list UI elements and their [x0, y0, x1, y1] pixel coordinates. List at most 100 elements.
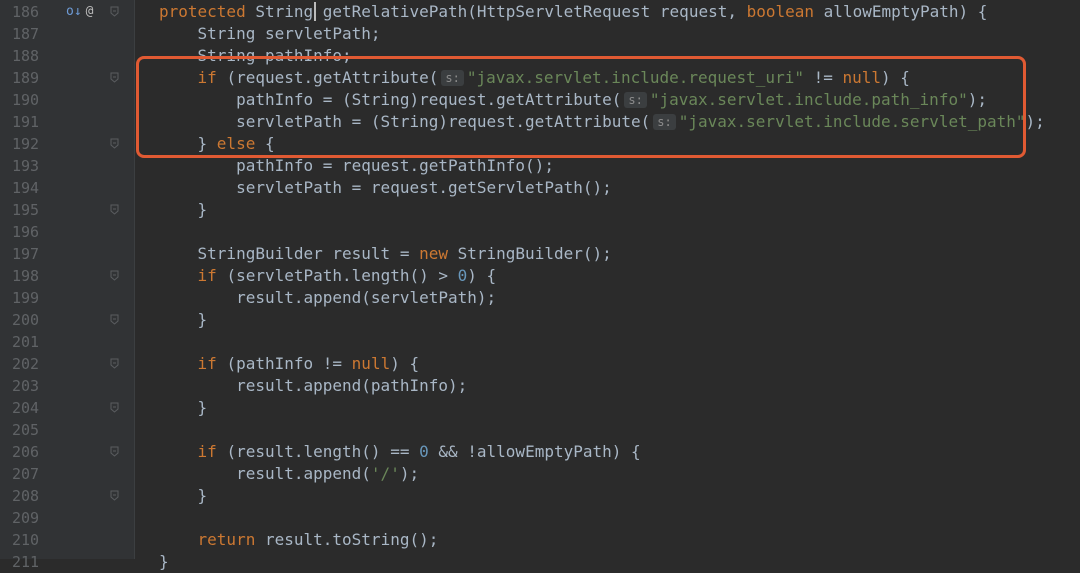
line-number: 210 — [12, 531, 40, 549]
code-line[interactable]: 208 } — [0, 485, 1080, 507]
code-line[interactable]: 193 pathInfo = request.getPathInfo(); — [0, 155, 1080, 177]
line-number: 189 — [12, 69, 40, 87]
line-number: 205 — [12, 421, 40, 439]
code-token: StringBuilder(); — [457, 244, 612, 263]
code-line[interactable]: 195 } — [0, 199, 1080, 221]
code-editor[interactable]: 186 protected String getRelativePath(Http… — [0, 0, 1080, 571]
line-number: 197 — [12, 245, 40, 263]
code-line[interactable]: 196 — [0, 221, 1080, 243]
code-line[interactable]: 187 String servletPath; — [0, 23, 1080, 45]
code-token: result.append( — [159, 464, 371, 483]
line-number: 208 — [12, 487, 40, 505]
code-text: if (pathInfo != null) { — [159, 353, 420, 375]
keyword-token: if — [197, 442, 227, 461]
code-line[interactable]: 198 if (servletPath.length() > 0) { — [0, 265, 1080, 287]
code-token: } — [159, 552, 169, 571]
line-number: 188 — [12, 47, 40, 65]
code-token: result.toString(); — [264, 530, 439, 549]
line-number: 200 — [12, 311, 40, 329]
fold-marker-icon[interactable] — [110, 72, 119, 83]
code-token: allowEmptyPath) { — [823, 2, 988, 21]
code-text: StringBuilder result = new StringBuilder… — [159, 243, 612, 265]
fold-marker-icon[interactable] — [110, 490, 119, 501]
code-token: pathInfo = request.getPathInfo(); — [159, 156, 554, 175]
text-caret — [314, 2, 316, 21]
code-line[interactable]: 186 protected String getRelativePath(Http… — [0, 1, 1080, 23]
line-number: 204 — [12, 399, 40, 417]
fold-marker-icon[interactable] — [110, 314, 119, 325]
gutter-icons[interactable]: o↓ @ — [66, 2, 93, 20]
code-token: servletPath = request.getServletPath(); — [159, 178, 612, 197]
code-line[interactable]: 199 result.append(servletPath); — [0, 287, 1080, 309]
fold-marker-icon[interactable] — [110, 270, 119, 281]
line-number: 190 — [12, 91, 40, 109]
code-token: ); — [399, 464, 420, 483]
code-line[interactable]: 194 servletPath = request.getServletPath… — [0, 177, 1080, 199]
line-number: 194 — [12, 179, 40, 197]
code-token: getRelativePath(HttpServletRequest reque… — [322, 2, 747, 21]
fold-marker-icon[interactable] — [110, 204, 119, 215]
code-text: String servletPath; — [159, 23, 381, 45]
line-number: 209 — [12, 509, 40, 527]
code-token: } — [159, 398, 208, 417]
code-line[interactable]: 207 result.append('/'); — [0, 463, 1080, 485]
code-line[interactable]: 201 — [0, 331, 1080, 353]
code-text: } — [159, 309, 208, 331]
override-method-icon[interactable]: o↓ — [66, 4, 82, 19]
code-line[interactable]: 203 result.append(pathInfo); — [0, 375, 1080, 397]
code-token: (result.length() == — [226, 442, 420, 461]
code-text: if (servletPath.length() > 0) { — [159, 265, 497, 287]
keyword-token: if — [197, 354, 227, 373]
number-token: 0 — [419, 442, 429, 461]
keyword-token: boolean — [746, 2, 824, 21]
line-number: 202 — [12, 355, 40, 373]
line-number: 192 — [12, 135, 40, 153]
code-line[interactable]: 202 if (pathInfo != null) { — [0, 353, 1080, 375]
line-number: 196 — [12, 223, 40, 241]
code-line[interactable]: 205 — [0, 419, 1080, 441]
code-line[interactable]: 206 if (result.length() == 0 && !allowEm… — [0, 441, 1080, 463]
code-text: } — [159, 551, 169, 573]
code-text: servletPath = request.getServletPath(); — [159, 177, 612, 199]
fold-marker-icon[interactable] — [110, 6, 119, 17]
highlight-annotation-box — [136, 56, 1026, 158]
code-text: } — [159, 397, 208, 419]
code-text: result.append(servletPath); — [159, 287, 496, 309]
code-line[interactable]: 211} — [0, 551, 1080, 573]
annotation-icon[interactable]: @ — [86, 4, 94, 19]
fold-marker-icon[interactable] — [110, 358, 119, 369]
code-token: String servletPath; — [159, 24, 381, 43]
fold-marker-icon[interactable] — [110, 138, 119, 149]
code-text: return result.toString(); — [159, 529, 439, 551]
fold-marker-icon[interactable] — [110, 402, 119, 413]
line-number: 211 — [12, 553, 40, 571]
keyword-token: new — [419, 244, 458, 263]
code-line[interactable]: 209 — [0, 507, 1080, 529]
fold-marker-icon[interactable] — [110, 446, 119, 457]
code-token: (servletPath.length() > — [226, 266, 458, 285]
code-text: result.append('/'); — [159, 463, 419, 485]
line-number: 198 — [12, 267, 40, 285]
line-number: 195 — [12, 201, 40, 219]
code-token: result.append(pathInfo); — [159, 376, 468, 395]
line-number: 206 — [12, 443, 40, 461]
code-token: StringBuilder result = — [159, 244, 420, 263]
code-text: pathInfo = request.getPathInfo(); — [159, 155, 554, 177]
keyword-token: return — [197, 530, 265, 549]
code-line[interactable]: 210 return result.toString(); — [0, 529, 1080, 551]
line-number: 203 — [12, 377, 40, 395]
line-number: 191 — [12, 113, 40, 131]
code-token: } — [159, 486, 208, 505]
code-line[interactable]: 204 } — [0, 397, 1080, 419]
line-number: 186 — [12, 3, 40, 21]
string-token: '/' — [370, 464, 400, 483]
code-token: ) { — [390, 354, 420, 373]
code-line[interactable]: 197 StringBuilder result = new StringBui… — [0, 243, 1080, 265]
code-token: } — [159, 310, 208, 329]
code-token: && !allowEmptyPath) { — [428, 442, 641, 461]
code-line[interactable]: 200 } — [0, 309, 1080, 331]
